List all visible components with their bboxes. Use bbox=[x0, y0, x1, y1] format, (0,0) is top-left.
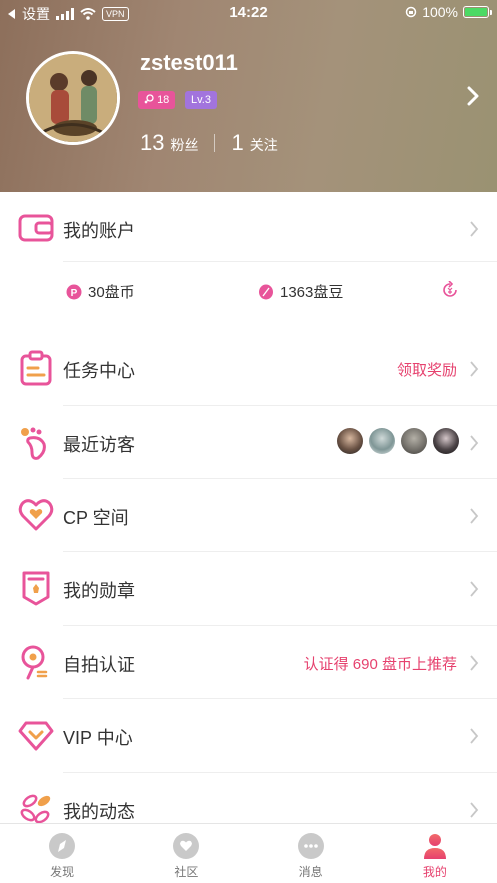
bottom-tab-bar: 发现 社区 消息 我的 bbox=[0, 823, 497, 883]
bean-balance-text: 1363盘豆 bbox=[280, 284, 344, 301]
coin-balance-text: 30盘币 bbox=[88, 284, 135, 301]
profile-header: 设置 VPN 14:22 100% zstest011 18 Lv.3 13 粉… bbox=[0, 0, 497, 192]
menu-item-vip-center[interactable]: VIP 中心 bbox=[0, 699, 497, 772]
stats-divider bbox=[214, 134, 216, 152]
menu-item-recent-visitors[interactable]: 最近访客 bbox=[0, 406, 497, 479]
visitor-avatar[interactable] bbox=[401, 428, 427, 454]
status-bar: 设置 VPN 14:22 100% bbox=[0, 0, 497, 26]
selfie-icon bbox=[21, 645, 48, 680]
battery-percent: 100% bbox=[422, 4, 458, 20]
avatar[interactable] bbox=[26, 51, 120, 145]
chevron-right-icon bbox=[470, 221, 479, 237]
flower-icon bbox=[20, 794, 51, 824]
chat-dots-icon bbox=[297, 833, 324, 859]
visitor-avatar[interactable] bbox=[337, 428, 363, 454]
menu-label-task-center: 任务中心 bbox=[63, 361, 135, 381]
community-icon bbox=[173, 833, 200, 859]
svg-text:P: P bbox=[71, 288, 78, 299]
account-balances: P 30盘币 1363盘豆 bbox=[0, 262, 497, 318]
coin-icon: P bbox=[66, 284, 82, 299]
person-icon bbox=[423, 834, 446, 859]
gender-age-badge: 18 bbox=[138, 91, 176, 109]
tab-label-community: 社区 bbox=[174, 865, 199, 879]
menu-item-task-center[interactable]: 任务中心 领取奖励 bbox=[0, 332, 497, 405]
clipboard-icon bbox=[20, 350, 52, 386]
bean-icon bbox=[259, 284, 273, 299]
tab-messages[interactable]: 消息 bbox=[249, 824, 373, 883]
chevron-right-icon bbox=[470, 581, 479, 597]
menu-label-account: 我的账户 bbox=[63, 221, 135, 241]
chevron-right-icon bbox=[470, 361, 479, 377]
visitor-avatar[interactable] bbox=[433, 428, 459, 454]
tab-discover[interactable]: 发现 bbox=[0, 824, 124, 883]
footprint-icon bbox=[21, 427, 46, 460]
visitor-avatar[interactable] bbox=[369, 428, 395, 454]
fans-count[interactable]: 13 bbox=[140, 130, 164, 156]
bean-balance[interactable]: 1363盘豆 bbox=[258, 281, 343, 302]
selfie-promo-text[interactable]: 认证得 690 盘币上推荐 bbox=[304, 653, 457, 674]
female-icon bbox=[144, 94, 154, 104]
chevron-right-icon bbox=[470, 508, 479, 524]
menu-label-selfie-verification: 自拍认证 bbox=[63, 655, 135, 675]
menu-label-moments: 我的动态 bbox=[63, 802, 135, 822]
level-badge: Lv.3 bbox=[185, 91, 217, 109]
chevron-right-icon[interactable] bbox=[466, 86, 480, 106]
orientation-lock-icon bbox=[405, 6, 417, 18]
tab-label-messages: 消息 bbox=[298, 865, 323, 879]
chevron-right-icon bbox=[470, 435, 479, 451]
tab-me[interactable]: 我的 bbox=[373, 824, 497, 883]
menu-item-cp-space[interactable]: CP 空间 bbox=[0, 479, 497, 552]
visitor-avatars[interactable] bbox=[337, 428, 459, 454]
avatar-image bbox=[29, 54, 117, 142]
wallet-icon bbox=[18, 214, 54, 242]
tab-community[interactable]: 社区 bbox=[124, 824, 248, 883]
chevron-right-icon bbox=[470, 802, 479, 818]
fans-label[interactable]: 粉丝 bbox=[170, 135, 198, 155]
medal-icon bbox=[22, 571, 50, 606]
menu-label-recent-visitors: 最近访客 bbox=[63, 435, 135, 455]
battery-icon bbox=[463, 6, 492, 18]
menu-label-vip-center: VIP 中心 bbox=[63, 728, 133, 748]
menu-label-cp-space: CP 空间 bbox=[63, 508, 129, 528]
compass-icon bbox=[49, 833, 76, 859]
chevron-right-icon bbox=[470, 655, 479, 671]
menu-label-medals: 我的勋章 bbox=[63, 581, 135, 601]
follow-count[interactable]: 1 bbox=[231, 130, 243, 156]
username: zstest011 bbox=[140, 50, 238, 75]
menu-item-account[interactable]: 我的账户 bbox=[0, 192, 497, 265]
tab-label-me: 我的 bbox=[422, 865, 447, 879]
heart-icon bbox=[18, 499, 54, 531]
age-value: 18 bbox=[157, 94, 170, 106]
menu-item-selfie-verification[interactable]: 自拍认证 认证得 690 盘币上推荐 bbox=[0, 626, 497, 699]
exchange-icon[interactable] bbox=[441, 281, 459, 299]
menu-item-medals[interactable]: 我的勋章 bbox=[0, 552, 497, 625]
follow-stats: 13 粉丝 1 关注 bbox=[140, 130, 278, 156]
chevron-right-icon bbox=[470, 728, 479, 744]
diamond-icon bbox=[18, 721, 54, 751]
tab-label-discover: 发现 bbox=[50, 865, 75, 879]
claim-reward-link[interactable]: 领取奖励 bbox=[397, 359, 457, 380]
coin-balance[interactable]: P 30盘币 bbox=[66, 281, 135, 302]
follow-label[interactable]: 关注 bbox=[250, 135, 278, 155]
